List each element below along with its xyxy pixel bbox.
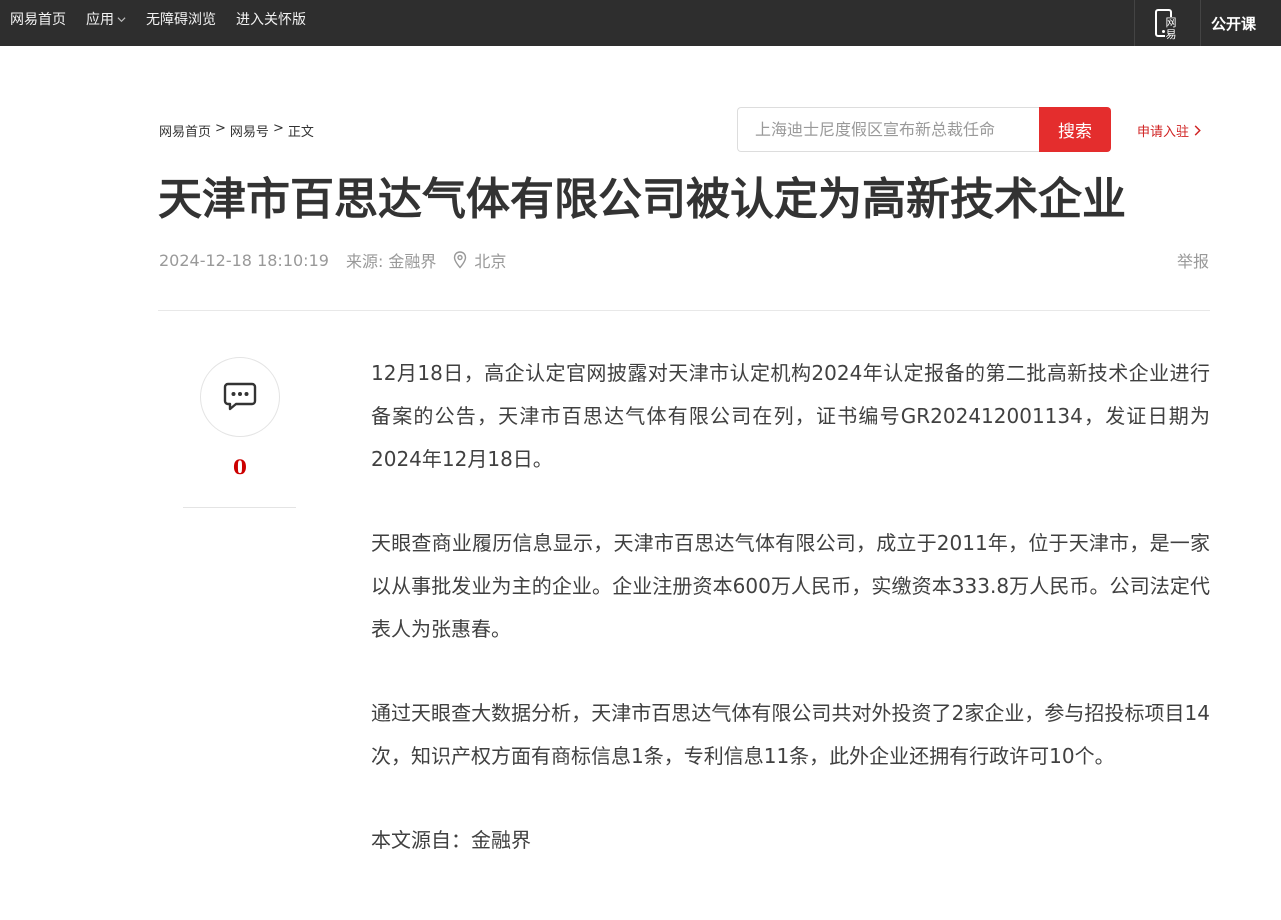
open-course-link[interactable]: 公开课 — [1200, 0, 1281, 46]
breadcrumb-home[interactable]: 网易首页 — [159, 121, 211, 140]
breadcrumb-separator: > — [272, 121, 284, 136]
article-source: 来源: 金融界 — [345, 252, 437, 271]
top-right-links: 网易 公开课 — [1134, 0, 1281, 46]
publish-time: 2024-12-18 18:10:19 — [159, 250, 329, 270]
app-icon-label: 网易 — [1164, 17, 1185, 41]
top-nav: 网易首页 应用 无障碍浏览 进入关怀版 — [10, 0, 326, 38]
nav-netease-home[interactable]: 网易首页 — [10, 9, 66, 29]
breadcrumb-separator: > — [215, 121, 226, 136]
location-pin-icon — [454, 251, 467, 269]
article-paragraph: 天眼查商业履历信息显示，天津市百思达气体有限公司，成立于2011年，位于天津市，… — [371, 531, 1210, 641]
comment-bubble-icon — [223, 382, 257, 411]
header-divider — [158, 310, 1210, 311]
report-link[interactable]: 举报 — [1177, 248, 1209, 272]
comment-button[interactable] — [200, 357, 280, 437]
nav-accessibility[interactable]: 无障碍浏览 — [146, 9, 216, 29]
nav-apps[interactable]: 应用 — [86, 9, 126, 29]
apply-join-link[interactable]: 申请入驻 — [1137, 121, 1201, 140]
article-meta: 2024-12-18 18:10:19 来源: 金融界 北京 — [159, 248, 506, 272]
top-bar: 网易首页 应用 无障碍浏览 进入关怀版 网易 公开课 — [0, 0, 1281, 46]
chevron-right-icon — [1194, 125, 1201, 136]
article-paragraph: 12月18日，高企认定官网披露对天津市认定机构2024年认定报备的第二批高新技术… — [371, 361, 1210, 471]
chevron-down-icon — [117, 16, 126, 22]
article-paragraph: 通过天眼查大数据分析，天津市百思达气体有限公司共对外投资了2家企业，参与招投标项… — [371, 701, 1210, 768]
nav-care-mode[interactable]: 进入关怀版 — [236, 9, 306, 29]
breadcrumb-netease-account[interactable]: 网易号 — [230, 121, 269, 140]
article-title: 天津市百思达气体有限公司被认定为高新技术企业 — [158, 174, 1126, 225]
mobile-phone-icon: 网易 — [1151, 8, 1185, 41]
search-button[interactable]: 搜索 — [1039, 107, 1111, 152]
article-body: 12月18日，高企认定官网披露对天津市认定机构2024年认定报备的第二批高新技术… — [371, 352, 1210, 862]
search-input[interactable] — [738, 108, 1039, 151]
article-location: 北京 — [474, 252, 507, 271]
search-box — [737, 107, 1039, 152]
comment-divider — [183, 507, 296, 508]
comment-count[interactable]: 0 — [200, 455, 280, 479]
article-source-note: 本文源自：金融界 — [371, 828, 531, 852]
breadcrumb-current: 正文 — [287, 125, 314, 140]
mobile-app-link[interactable]: 网易 — [1134, 0, 1200, 46]
breadcrumb: 网易首页 > 网易号 > 正文 — [159, 121, 314, 140]
